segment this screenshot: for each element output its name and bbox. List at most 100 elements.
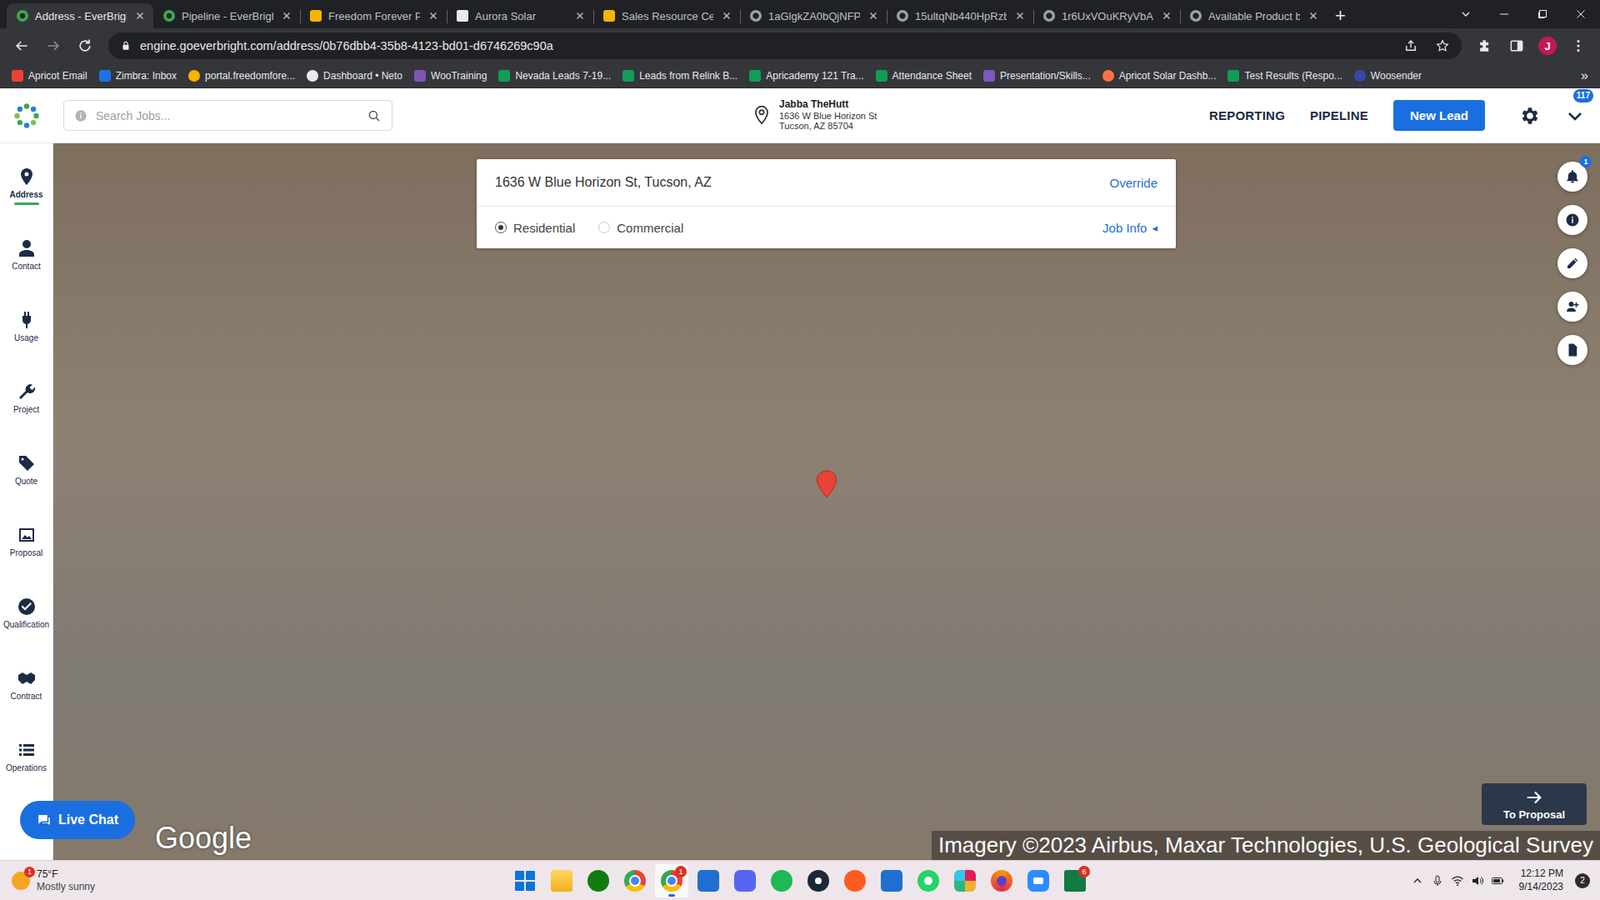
show-hidden-icons-icon[interactable]: [1410, 874, 1425, 888]
close-icon[interactable]: [573, 9, 587, 23]
browser-tab[interactable]: Address - EverBright: [6, 3, 154, 29]
lock-icon[interactable]: [120, 40, 132, 52]
sidebar-item[interactable]: Proposal: [0, 516, 53, 589]
more-bookmarks-button[interactable]: »: [1575, 68, 1594, 84]
wifi-icon[interactable]: [1450, 874, 1465, 888]
volume-icon[interactable]: [1470, 874, 1485, 888]
taskbar-app[interactable]: [1021, 864, 1055, 898]
star-icon[interactable]: [1435, 38, 1450, 54]
browser-tab[interactable]: Available Product by S: [1180, 3, 1327, 29]
weather-widget[interactable]: 175°FMostly sunny: [0, 868, 509, 893]
taskbar-app[interactable]: [581, 864, 615, 898]
bookmark[interactable]: Apricot Solar Dashb...: [1097, 70, 1222, 82]
taskbar-app[interactable]: [911, 864, 945, 898]
close-icon[interactable]: [720, 9, 734, 23]
property-type-radio[interactable]: Commercial: [598, 220, 684, 235]
new-tab-button[interactable]: +: [1326, 3, 1355, 29]
maximize-icon[interactable]: [1523, 7, 1562, 21]
bookmark[interactable]: Woosender: [1349, 70, 1427, 82]
profile-avatar[interactable]: J: [1538, 36, 1557, 55]
back-icon[interactable]: [8, 32, 35, 60]
browser-tab[interactable]: Freedom Forever Port: [300, 3, 447, 29]
taskbar-app[interactable]: [838, 864, 872, 898]
bookmark[interactable]: Nevada Leads 7-19...: [493, 70, 616, 82]
search-icon[interactable]: [366, 108, 382, 124]
close-icon[interactable]: [1160, 9, 1174, 23]
search-jobs-input[interactable]: Search Jobs...: [63, 100, 393, 131]
battery-icon[interactable]: [1490, 874, 1505, 888]
taskbar-app[interactable]: [691, 864, 725, 898]
bookmark[interactable]: Presentation/Skills...: [978, 70, 1096, 82]
notification-center-badge[interactable]: 2: [1575, 873, 1590, 889]
browser-tab[interactable]: Pipeline - EverBright: [153, 3, 300, 29]
bookmark[interactable]: Apricademy 121 Tra...: [744, 70, 869, 82]
bookmark[interactable]: Leads from Relink B...: [617, 70, 743, 82]
override-link[interactable]: Override: [1109, 175, 1158, 190]
close-icon[interactable]: [280, 9, 294, 23]
taskbar-app[interactable]: [875, 864, 909, 898]
sidebar-item[interactable]: Contact: [0, 230, 53, 302]
live-chat-button[interactable]: Live Chat: [20, 800, 135, 840]
map-tool-button[interactable]: [1557, 205, 1588, 235]
tab-search-icon[interactable]: [1446, 7, 1485, 21]
bookmark[interactable]: portal.freedomfore...: [183, 70, 300, 82]
microphone-icon[interactable]: [1430, 874, 1445, 888]
window-close-icon[interactable]: [1561, 7, 1600, 21]
taskbar-app[interactable]: [801, 864, 835, 898]
forward-icon[interactable]: [40, 32, 67, 60]
nav-link[interactable]: REPORTING: [1209, 108, 1285, 123]
chevron-down-icon[interactable]: [1565, 105, 1585, 126]
gear-icon[interactable]: [1518, 105, 1540, 127]
menu-icon[interactable]: [1565, 32, 1592, 60]
address-input[interactable]: 1636 W Blue Horizon St, Tucson, AZ: [495, 175, 712, 190]
share-icon[interactable]: [1403, 38, 1419, 54]
bookmark[interactable]: Zimbra: Inbox: [94, 70, 182, 82]
browser-tab[interactable]: 1aGlgkZA0bQjNFPDg: [740, 3, 887, 29]
extensions-icon[interactable]: [1471, 32, 1499, 60]
close-icon[interactable]: [426, 9, 440, 23]
map-tool-button[interactable]: [1557, 291, 1588, 322]
sidebar-item[interactable]: Operations: [0, 731, 53, 804]
map-tool-button[interactable]: [1557, 248, 1588, 279]
new-lead-button[interactable]: New Lead: [1393, 100, 1485, 131]
close-icon[interactable]: [133, 9, 147, 23]
job-info-toggle[interactable]: Job Info◂: [1102, 220, 1158, 235]
sidebar-item[interactable]: Quote: [0, 445, 53, 517]
bookmark[interactable]: Test Results (Respo...: [1222, 70, 1347, 82]
sidebar-item[interactable]: Project: [0, 373, 53, 445]
url-field[interactable]: engine.goeverbright.com/address/0b76dbb4…: [108, 32, 1462, 60]
taskbar-app[interactable]: 6: [1058, 864, 1092, 898]
property-type-radio[interactable]: Residential: [495, 220, 575, 235]
map-tool-button[interactable]: 1: [1557, 161, 1588, 192]
sidebar-item[interactable]: Contract: [0, 660, 53, 732]
side-panel-icon[interactable]: [1503, 32, 1530, 60]
taskbar-app[interactable]: [985, 864, 1019, 898]
browser-tab[interactable]: 15ultqNb440HpRzbA1: [886, 3, 1034, 29]
browser-tab[interactable]: 1r6UxVOuKRyVbAbE: [1033, 3, 1180, 29]
to-proposal-button[interactable]: To Proposal: [1481, 783, 1587, 825]
sidebar-item[interactable]: Address: [0, 158, 53, 230]
customer-location[interactable]: Jabba TheHutt1636 W Blue Horizon StTucso…: [750, 99, 877, 132]
clock[interactable]: 12:12 PM9/14/2023: [1519, 867, 1564, 894]
map-pin-icon[interactable]: [815, 470, 838, 499]
bookmark[interactable]: Attendance Sheet: [870, 70, 977, 82]
close-icon[interactable]: [866, 9, 880, 23]
radio-icon[interactable]: [495, 221, 507, 234]
bookmark[interactable]: Dashboard • Neto: [301, 70, 408, 82]
sidebar-item[interactable]: Usage: [0, 301, 53, 374]
browser-tab[interactable]: Aurora Solar: [446, 3, 594, 29]
taskbar-app[interactable]: [728, 864, 762, 898]
taskbar-app[interactable]: [948, 864, 982, 898]
minimize-icon[interactable]: [1485, 7, 1524, 21]
taskbar-app[interactable]: [765, 864, 799, 898]
everbright-logo-icon[interactable]: [13, 102, 40, 130]
logo[interactable]: [0, 102, 54, 130]
map-tool-button[interactable]: [1557, 335, 1588, 365]
nav-link[interactable]: PIPELINE: [1310, 108, 1369, 123]
reload-icon[interactable]: [71, 32, 99, 60]
account-menu[interactable]: 117: [1565, 105, 1585, 126]
bookmark[interactable]: Apricot Email: [6, 70, 93, 82]
browser-tab[interactable]: Sales Resource Center: [593, 3, 740, 29]
radio-icon[interactable]: [598, 221, 610, 234]
taskbar-app[interactable]: [508, 864, 542, 898]
